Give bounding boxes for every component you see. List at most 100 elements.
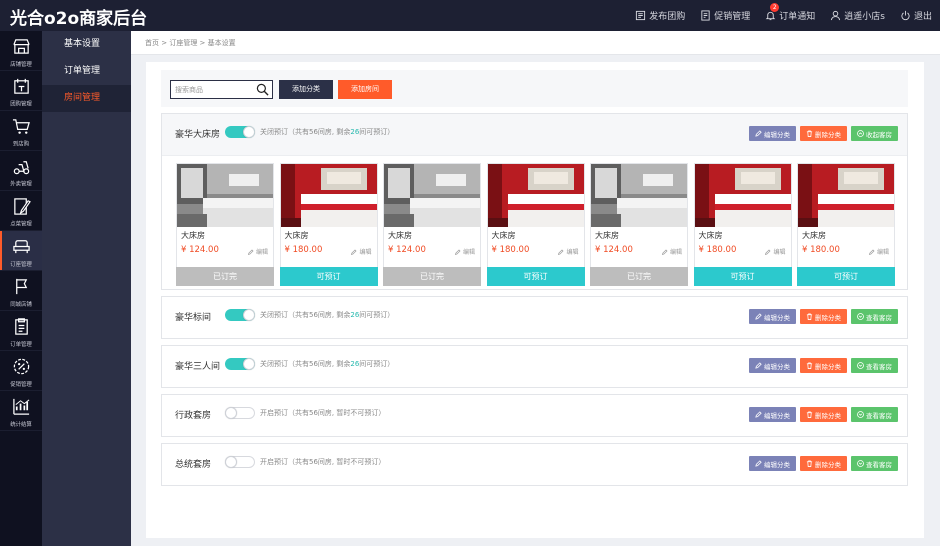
booking-toggle[interactable] (225, 407, 255, 419)
edit-icon (755, 130, 762, 137)
view-rooms-button[interactable]: 查看客房 (851, 309, 898, 324)
submenu-basic-settings[interactable]: 基本设置 (42, 31, 131, 58)
room-edit-link[interactable]: 编辑 (765, 247, 786, 256)
header-order-notify[interactable]: 2 订单通知 (765, 3, 815, 22)
bookable-button[interactable]: 可预订 (486, 267, 585, 286)
category-box: 总统套房 开启预订（共有56间房, 暂时不可预订） 编辑分类 删除分类 查看客房 (161, 443, 908, 486)
chevron-down-circle-icon (857, 411, 864, 418)
view-rooms-button[interactable]: 查看客房 (851, 358, 898, 373)
room-edit-label: 编辑 (566, 249, 579, 256)
rail-item-in-store[interactable]: 到店购 (0, 111, 42, 151)
header-publish-group-buy[interactable]: 发布团购 (635, 9, 685, 22)
edit-category-button[interactable]: 编辑分类 (749, 126, 796, 141)
room-edit-label: 编辑 (669, 249, 682, 256)
trash-icon (806, 411, 813, 418)
delete-category-button[interactable]: 删除分类 (800, 126, 847, 141)
booking-toggle[interactable] (225, 456, 255, 468)
edit-category-button[interactable]: 编辑分类 (749, 407, 796, 422)
delete-category-button[interactable]: 删除分类 (800, 358, 847, 373)
room-edit-link[interactable]: 编辑 (351, 247, 372, 256)
sold-out-button[interactable]: 已订完 (176, 267, 274, 286)
add-category-button[interactable]: 添加分类 (279, 80, 333, 99)
submenu-room-manage[interactable]: 房间管理 (42, 85, 131, 112)
edit-category-button[interactable]: 编辑分类 (749, 358, 796, 373)
bookable-button[interactable]: 可预订 (693, 267, 792, 286)
rail-item-local-store[interactable]: 同城店铺 (0, 271, 42, 311)
room-photo[interactable] (384, 164, 480, 227)
edit-category-button[interactable]: 编辑分类 (749, 456, 796, 471)
room-edit-link[interactable]: 编辑 (247, 247, 268, 256)
rail-item-delivery[interactable]: 外卖管理 (0, 151, 42, 191)
room-card[interactable]: 大床房 ¥ 180.00 编辑 可预订 (693, 163, 792, 286)
category-actions: 编辑分类 删除分类 查看客房 (745, 407, 898, 422)
room-price: ¥ 180.00 (491, 245, 530, 255)
booking-toggle[interactable] (225, 358, 255, 370)
publish-icon (636, 10, 646, 21)
delete-category-button[interactable]: 删除分类 (800, 309, 847, 324)
view-rooms-button[interactable]: 查看客房 (851, 456, 898, 471)
chevron-down-circle-icon (857, 362, 864, 369)
action-label: 编辑分类 (764, 411, 790, 420)
room-photo[interactable] (694, 164, 791, 227)
booking-toggle[interactable] (225, 126, 255, 138)
toggle-knob (225, 407, 237, 419)
category-actions: 编辑分类 删除分类 收起客房 (745, 126, 898, 141)
room-card[interactable]: 大床房 ¥ 124.00 编辑 已订完 (590, 163, 688, 286)
rail-item-stats[interactable]: 统计结算 (0, 391, 42, 431)
room-list: 大床房 ¥ 124.00 编辑 已订完 大床房 ¥ 180.00 编辑 可预订 大床房 ¥ 124… (176, 163, 896, 286)
sold-out-button[interactable]: 已订完 (383, 267, 481, 286)
rail-item-order[interactable]: 订单管理 (0, 311, 42, 351)
room-card[interactable]: 大床房 ¥ 180.00 编辑 可预订 (797, 163, 895, 286)
collapse-rooms-button[interactable]: 收起客房 (851, 126, 898, 141)
category-header: 豪华大床房 关闭预订（共有56间房, 剩余26间可预订） 编辑分类 删除分类 收… (162, 114, 907, 156)
room-price: ¥ 180.00 (698, 245, 737, 255)
rail-item-seat[interactable]: 订座管理 (0, 231, 42, 271)
rail-label: 同城店铺 (10, 301, 32, 308)
edit-icon (558, 249, 564, 255)
room-photo[interactable] (177, 164, 273, 227)
add-room-button[interactable]: 添加房间 (338, 80, 392, 99)
rail-item-menu-order[interactable]: 点菜管理 (0, 191, 42, 231)
rail-item-store[interactable]: 店铺管理 (0, 31, 42, 71)
submenu-order-manage[interactable]: 订单管理 (42, 58, 131, 85)
app-logo[interactable]: 光合o2o商家后台 (10, 4, 147, 29)
rail-item-group-buy[interactable]: 团购管理 (0, 71, 42, 111)
action-label: 收起客房 (866, 130, 892, 139)
search-input[interactable] (175, 83, 253, 97)
search-icon[interactable] (256, 83, 269, 96)
category-header: 豪华标间 关闭预订（共有56间房, 剩余26间可预订） 编辑分类 删除分类 查看… (162, 297, 907, 339)
delete-category-button[interactable]: 删除分类 (800, 456, 847, 471)
category-header: 总统套房 开启预订（共有56间房, 暂时不可预订） 编辑分类 删除分类 查看客房 (162, 444, 907, 486)
room-card[interactable]: 大床房 ¥ 180.00 编辑 可预订 (486, 163, 585, 286)
room-card[interactable]: 大床房 ¥ 180.00 编辑 可预订 (279, 163, 378, 286)
chevron-up-circle-icon (857, 130, 864, 137)
room-card[interactable]: 大床房 ¥ 124.00 编辑 已订完 (176, 163, 274, 286)
room-photo[interactable] (280, 164, 377, 227)
room-edit-link[interactable]: 编辑 (454, 247, 475, 256)
bookable-button[interactable]: 可预订 (279, 267, 378, 286)
header-nav-label: 退出 (913, 12, 932, 22)
header-nav: 发布团购 促销管理 2 订单通知 逍遥小店s 退出 (620, 0, 932, 31)
header-user[interactable]: 逍遥小店s (830, 9, 885, 22)
room-photo[interactable] (798, 164, 894, 227)
submenu: 基本设置 订单管理 房间管理 (42, 31, 131, 546)
header-promo-manage[interactable]: 促销管理 (700, 9, 750, 22)
room-edit-link[interactable]: 编辑 (661, 247, 682, 256)
bookable-button[interactable]: 可预订 (797, 267, 895, 286)
booking-toggle[interactable] (225, 309, 255, 321)
rail-item-promo[interactable]: 促销管理 (0, 351, 42, 391)
room-edit-link[interactable]: 编辑 (558, 247, 579, 256)
room-photo[interactable] (591, 164, 687, 227)
room-photo[interactable] (487, 164, 584, 227)
room-name: 大床房 (284, 231, 309, 240)
room-card[interactable]: 大床房 ¥ 124.00 编辑 已订完 (383, 163, 481, 286)
edit-category-button[interactable]: 编辑分类 (749, 309, 796, 324)
delete-category-button[interactable]: 删除分类 (800, 407, 847, 422)
sold-out-button[interactable]: 已订完 (590, 267, 688, 286)
header-logout[interactable]: 退出 (900, 9, 932, 22)
view-rooms-button[interactable]: 查看客房 (851, 407, 898, 422)
category-name: 总统套房 (175, 460, 212, 470)
edit-icon (454, 249, 461, 255)
room-edit-link[interactable]: 编辑 (868, 247, 889, 256)
room-price: ¥ 124.00 (181, 245, 219, 255)
